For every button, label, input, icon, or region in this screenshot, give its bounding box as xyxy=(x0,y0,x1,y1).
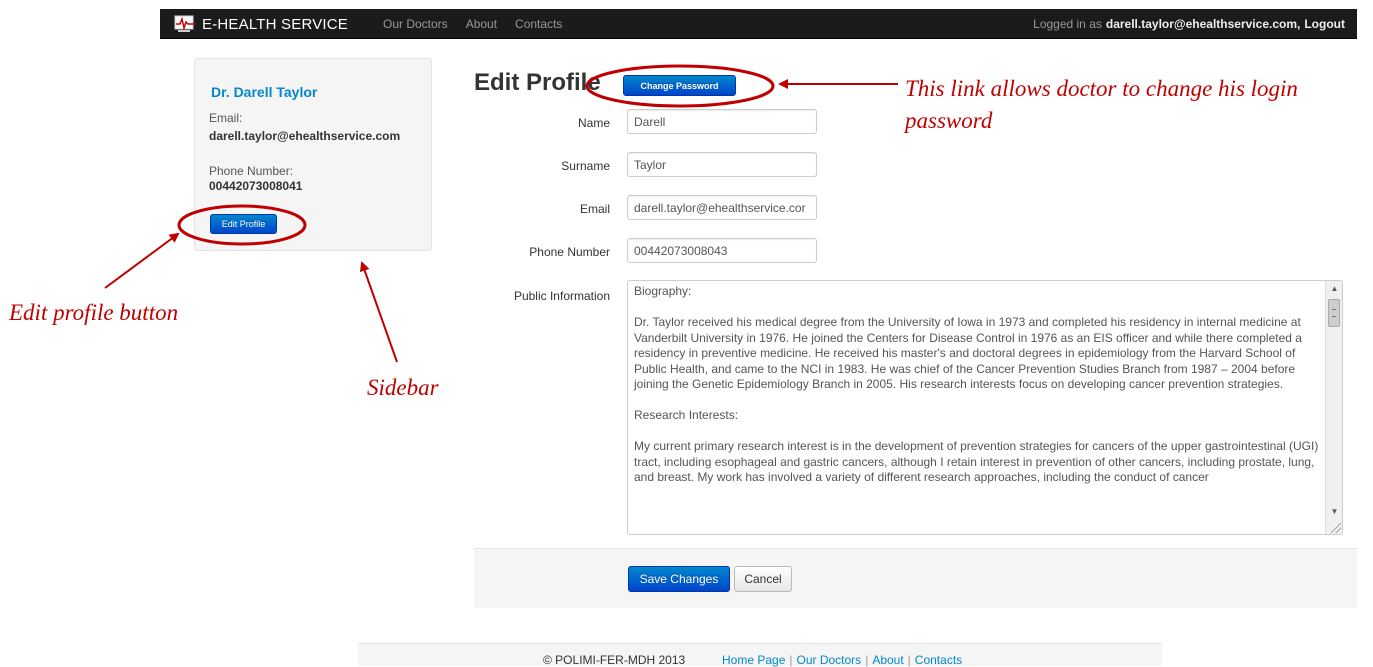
logged-in-user: darell.taylor@ehealthservice.com, xyxy=(1105,17,1301,31)
email-label-form: Email xyxy=(579,202,610,216)
separator: | xyxy=(865,653,869,667)
edit-profile-arrow xyxy=(104,232,180,289)
scroll-up-icon[interactable]: ▲ xyxy=(1326,281,1342,297)
phone-field[interactable] xyxy=(627,238,817,263)
doctor-name: Dr. Darell Taylor xyxy=(211,84,318,100)
name-label: Name xyxy=(577,116,610,130)
surname-label: Surname xyxy=(561,159,610,173)
edit-profile-note: Edit profile button xyxy=(9,300,179,325)
logout-link[interactable]: Logout xyxy=(1304,17,1345,31)
edit-profile-button[interactable]: Edit Profile xyxy=(210,214,277,234)
change-password-button[interactable]: Change Password xyxy=(623,75,736,96)
brand[interactable]: E-HEALTH SERVICE xyxy=(174,9,348,39)
sidebar: Dr. Darell Taylor Email: darell.taylor@e… xyxy=(194,58,432,251)
doctor-email: darell.taylor@ehealthservice.com xyxy=(209,129,401,143)
logged-in-prefix: Logged in as xyxy=(1033,17,1102,31)
surname-field[interactable] xyxy=(627,152,817,177)
nav-about[interactable]: About xyxy=(466,17,497,31)
change-password-note-cont: password xyxy=(905,108,993,133)
page-title: Edit Profile xyxy=(474,69,601,96)
footer-about-link[interactable]: About xyxy=(872,653,903,667)
login-status: Logged in as darell.taylor@ehealthservic… xyxy=(1033,9,1345,39)
footer-home-link[interactable]: Home Page xyxy=(722,653,785,667)
form-actions xyxy=(474,548,1357,608)
heart-monitor-logo-icon xyxy=(174,15,196,32)
copyright: © POLIMI-FER-MDH 2013 xyxy=(543,653,686,667)
email-label: Email: xyxy=(209,111,243,125)
sidebar-arrow xyxy=(359,261,398,363)
scroll-thumb[interactable] xyxy=(1328,299,1340,327)
public-info-textarea[interactable]: Biography: Dr. Taylor received his medic… xyxy=(627,280,1343,535)
footer-contacts-link[interactable]: Contacts xyxy=(915,653,962,667)
save-changes-button[interactable]: Save Changes xyxy=(628,566,730,592)
phone-label-form: Phone Number xyxy=(529,245,610,259)
nav-our-doctors[interactable]: Our Doctors xyxy=(383,17,448,31)
sidebar-note: Sidebar xyxy=(367,375,439,400)
cancel-button[interactable]: Cancel xyxy=(734,566,792,592)
public-info-label: Public Information xyxy=(513,289,610,303)
doctor-phone: 00442073008041 xyxy=(209,179,303,193)
separator: | xyxy=(789,653,793,667)
top-navbar: E-HEALTH SERVICE Our Doctors About Conta… xyxy=(160,9,1357,39)
change-password-note: This link allows doctor to change his lo… xyxy=(905,76,1298,101)
scroll-down-icon[interactable]: ▼ xyxy=(1326,504,1342,520)
resize-grip-icon[interactable] xyxy=(1331,523,1341,533)
textarea-scrollbar[interactable]: ▲ ▼ xyxy=(1325,281,1342,534)
brand-name: E-HEALTH SERVICE xyxy=(202,15,349,33)
footer: © POLIMI-FER-MDH 2013 Home Page | Our Doct… xyxy=(358,643,1162,667)
footer-links: Home Page | Our Doctors | About | Contacts xyxy=(722,653,962,667)
phone-label: Phone Number: xyxy=(209,164,294,178)
name-field[interactable] xyxy=(627,109,817,134)
separator: | xyxy=(907,653,911,667)
public-info-text[interactable]: Biography: Dr. Taylor received his medic… xyxy=(628,281,1325,534)
footer-doctors-link[interactable]: Our Doctors xyxy=(797,653,862,667)
nav-links: Our Doctors About Contacts xyxy=(383,9,580,39)
email-field[interactable] xyxy=(627,195,817,220)
nav-contacts[interactable]: Contacts xyxy=(515,17,562,31)
